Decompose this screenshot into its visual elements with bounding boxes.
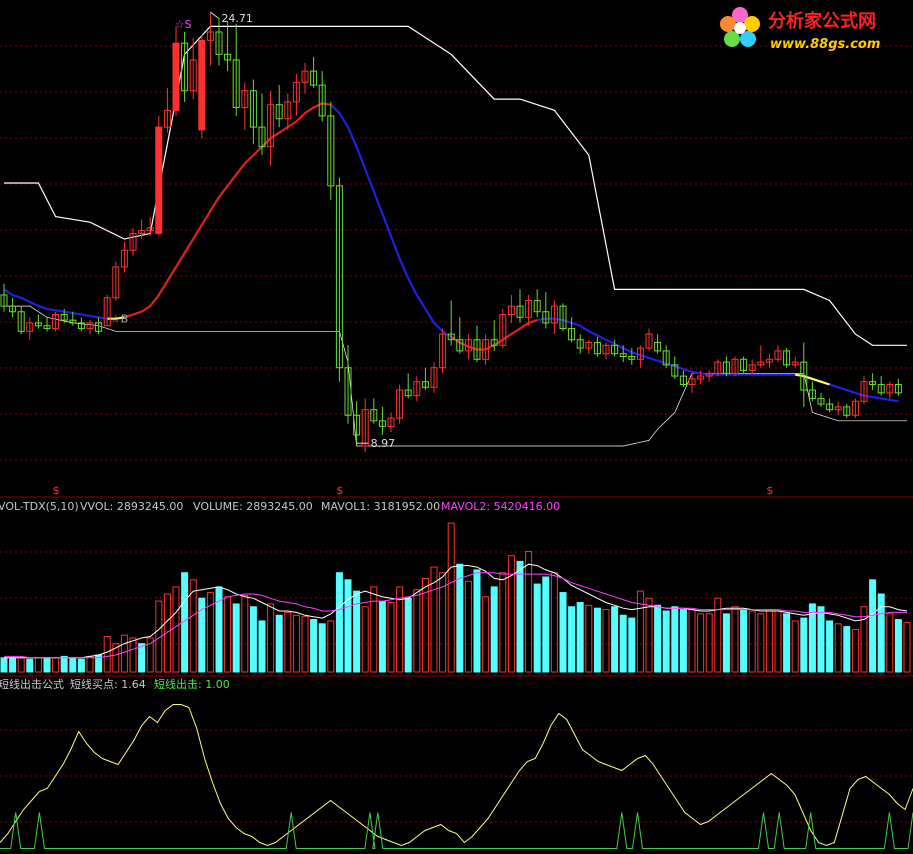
volume-bar xyxy=(0,657,8,673)
volume-bar xyxy=(232,603,240,673)
volume-bar xyxy=(628,617,636,673)
volume-bar xyxy=(559,592,567,673)
volume-label: VOLUME: 2893245.00 xyxy=(193,500,313,513)
oscillator-header: 短线出击公式 短线买点: 1.64 短线出击: 1.00 xyxy=(0,677,230,691)
vvol-label: VVOL: 2893245.00 xyxy=(80,500,183,513)
volume-bar xyxy=(533,583,541,673)
chart-background xyxy=(0,0,913,854)
volume-bar xyxy=(679,609,687,673)
volume-bar xyxy=(671,606,679,673)
volume-bar xyxy=(404,597,412,673)
volume-bar xyxy=(722,613,730,673)
volume-bar xyxy=(258,620,266,673)
buy-point-label: 短线买点: 1.64 xyxy=(70,677,146,691)
oscillator-name: 短线出击公式 xyxy=(0,677,64,691)
volume-bar xyxy=(456,563,464,673)
volume-bar xyxy=(611,606,619,673)
volume-bar xyxy=(516,560,524,673)
strike-label: 短线出击: 1.00 xyxy=(154,677,230,691)
signal-marker: $ xyxy=(766,484,773,497)
volume-bar xyxy=(69,657,77,673)
volume-bar xyxy=(9,657,17,673)
sell-star-marker: ☆S xyxy=(175,18,192,31)
candle xyxy=(198,34,206,139)
volume-bar xyxy=(593,607,601,673)
volume-bar xyxy=(568,606,576,673)
mavol1-label: MAVOL1: 3181952.00 xyxy=(321,500,440,513)
volume-bar xyxy=(740,609,748,673)
volume-bar xyxy=(869,579,877,673)
volume-bar xyxy=(77,658,85,673)
volume-bar xyxy=(662,610,670,673)
vol-indicator-name: VOL-TDX(5,10) xyxy=(0,500,79,513)
volume-bar xyxy=(310,619,318,673)
volume-bar xyxy=(26,658,34,673)
candle xyxy=(155,115,163,237)
volume-bar xyxy=(783,613,791,673)
volume-bar xyxy=(249,606,257,673)
volume-bar xyxy=(473,569,481,673)
volume-bar xyxy=(619,614,627,673)
volume-bar xyxy=(318,623,326,673)
volume-bar xyxy=(275,614,283,673)
volume-bar xyxy=(843,626,851,673)
volume-bar xyxy=(138,643,146,673)
volume-bar xyxy=(335,572,343,673)
logo-url: www.88gs.com xyxy=(770,37,880,52)
volume-bar xyxy=(490,586,498,673)
volume-bar xyxy=(576,602,584,673)
volume-bar xyxy=(894,619,902,673)
high-price-label: 24.71 xyxy=(221,12,253,25)
buy-star-marker: ☆B xyxy=(111,313,128,326)
site-logo[interactable]: 分析家公式网 www.88gs.com xyxy=(720,7,880,52)
signal-marker: $ xyxy=(53,484,60,497)
volume-bar xyxy=(877,593,885,673)
volume-bar xyxy=(800,617,808,673)
volume-bar xyxy=(654,604,662,673)
logo-title: 分析家公式网 xyxy=(768,10,876,32)
volume-header: VOL-TDX(5,10) VVOL: 2893245.00 VOLUME: 2… xyxy=(0,500,560,513)
stock-chart[interactable]: 24.71 8.97 ☆S ☆B $ $ $ VOL-TDX(5,10) VVOL: 289… xyxy=(0,0,913,854)
signal-marker: $ xyxy=(336,484,343,497)
volume-bar xyxy=(43,657,51,673)
volume-bar xyxy=(542,576,550,673)
volume-bar xyxy=(378,600,386,673)
volume-bar xyxy=(817,606,825,673)
volume-bar xyxy=(60,655,68,673)
volume-bar xyxy=(826,620,834,673)
mavol2-label: MAVOL2: 5420416.00 xyxy=(441,500,560,513)
low-price-label: 8.97 xyxy=(371,437,396,450)
volume-bar xyxy=(344,579,352,673)
